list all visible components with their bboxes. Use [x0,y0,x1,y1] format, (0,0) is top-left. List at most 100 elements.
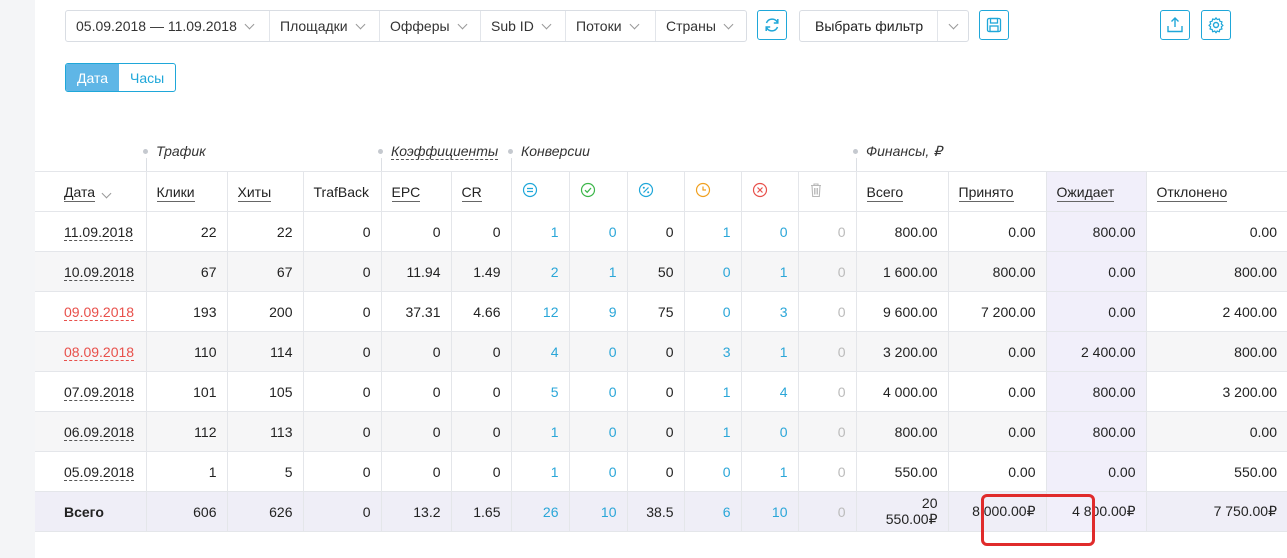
cell-conv-total[interactable]: 1 [510,211,570,252]
cell-epc: 0 [380,211,452,252]
cell-conv-approved[interactable]: 1 [568,251,628,292]
date-range-picker[interactable]: 05.09.2018 — 11.09.2018 [66,11,270,41]
cell-date[interactable]: 08.09.2018 [35,331,147,372]
col-epc[interactable]: EPC [380,171,452,212]
date-link[interactable]: 10.09.2018 [64,263,135,281]
cell-conv-pending[interactable]: 1 [683,211,742,252]
cell-pending: 800.00 [1045,411,1147,452]
cell-rejected: 0.00 [1145,211,1287,252]
col-conv-percent[interactable] [626,171,685,212]
filter-streams[interactable]: Потоки [566,11,656,41]
cell-conv-total[interactable]: 4 [510,331,570,372]
col-accepted[interactable]: Принято [947,171,1047,212]
col-trafback[interactable]: TrafBack [302,171,382,212]
cell-conv-total[interactable]: 2 [510,251,570,292]
filter-offers[interactable]: Офферы [380,11,481,41]
cell-conv-approved[interactable]: 0 [568,451,628,492]
chevron-down-icon [244,19,255,29]
cell-conv-total[interactable]: 26 [510,491,570,532]
cell-conv-rejected[interactable]: 0 [740,211,799,252]
cell-conv-pending[interactable]: 0 [683,291,742,332]
filter-subid-label: Sub ID [491,18,534,34]
filter-subid[interactable]: Sub ID [481,11,566,41]
col-conv-trash[interactable] [797,171,857,212]
refresh-button[interactable] [757,10,787,40]
col-rejected[interactable]: Отклонено [1145,171,1287,212]
cell-date[interactable]: 10.09.2018 [35,251,147,292]
cell-date[interactable]: 06.09.2018 [35,411,147,452]
approved-icon [580,182,595,198]
select-filter-dropdown[interactable]: Выбрать фильтр [799,10,970,42]
select-filter-arrow[interactable] [938,11,968,41]
cell-epc: 0 [380,331,452,372]
cell-date[interactable]: 09.09.2018 [35,291,147,332]
cell-conv-pending[interactable]: 0 [683,251,742,292]
save-filter-button[interactable] [979,10,1009,40]
cell-hits: 113 [226,411,304,452]
statistics-panel: 05.09.2018 — 11.09.2018 Площадки Офферы … [35,0,1287,558]
cell-conv-rejected[interactable]: 0 [740,411,799,452]
cell-total: 800.00 [855,211,949,252]
date-link[interactable]: 11.09.2018 [64,223,134,241]
col-date[interactable]: Дата [35,171,147,212]
cell-conv-pending[interactable]: 0 [683,451,742,492]
settings-button[interactable] [1201,10,1231,40]
cell-conv-pending[interactable]: 6 [683,491,742,532]
cell-conv-trash: 0 [797,371,857,412]
statistics-table: Дата Клики Хиты TrafBack EPC CR Всего Пр… [35,171,1287,532]
cell-date[interactable]: 07.09.2018 [35,371,147,412]
cell-conv-rejected[interactable]: 10 [740,491,799,532]
date-link[interactable]: 05.09.2018 [64,463,135,481]
date-link[interactable]: 08.09.2018 [64,343,135,361]
col-clicks[interactable]: Клики [145,171,228,212]
cell-conv-rejected[interactable]: 1 [740,331,799,372]
cell-conv-total[interactable]: 1 [510,411,570,452]
cell-cr: 0 [450,371,512,412]
date-range-label: 05.09.2018 — 11.09.2018 [76,18,237,34]
col-hits[interactable]: Хиты [226,171,304,212]
cell-conv-rejected[interactable]: 1 [740,451,799,492]
cell-conv-total[interactable]: 12 [510,291,570,332]
col-conv-approved[interactable] [568,171,628,212]
cell-conv-total[interactable]: 5 [510,371,570,412]
table-row: 09.09.2018 193 200 0 37.31 4.66 12 9 75 0 3 0 9 600.… [35,291,1287,332]
cell-conv-approved[interactable]: 0 [568,211,628,252]
cell-conv-approved[interactable]: 0 [568,371,628,412]
date-link[interactable]: 06.09.2018 [64,423,135,441]
cell-date[interactable]: 11.09.2018 [35,211,147,252]
cell-hits: 200 [226,291,304,332]
group-coefficients[interactable]: Коэффициенты [378,143,499,160]
tab-date[interactable]: Дата [66,64,120,91]
table-row: 06.09.2018 112 113 0 0 0 1 0 0 1 0 0 800.00 0.00 800.0… [35,411,1287,452]
cell-conv-total[interactable]: 1 [510,451,570,492]
cell-hits: 22 [226,211,304,252]
col-total[interactable]: Всего [855,171,949,212]
cell-conv-approved[interactable]: 9 [568,291,628,332]
date-link[interactable]: 07.09.2018 [64,383,135,401]
cell-conv-approved[interactable]: 0 [568,331,628,372]
period-tabs: Дата Часы [65,63,177,92]
cell-conv-pending[interactable]: 3 [683,331,742,372]
filter-sites[interactable]: Площадки [270,11,380,41]
chevron-down-icon [723,19,734,29]
date-link[interactable]: 09.09.2018 [64,303,135,321]
cell-conv-approved[interactable]: 10 [568,491,628,532]
cell-conv-rejected[interactable]: 4 [740,371,799,412]
cell-conv-rejected[interactable]: 3 [740,291,799,332]
col-conv-total[interactable] [510,171,570,212]
col-conv-rejected[interactable] [740,171,799,212]
cell-conv-trash: 0 [797,411,857,452]
col-pending[interactable]: Ожидает [1045,171,1147,212]
tab-hours[interactable]: Часы [119,64,175,91]
cell-conv-rejected[interactable]: 1 [740,251,799,292]
col-cr[interactable]: CR [450,171,512,212]
export-button[interactable] [1160,10,1190,40]
cell-conv-pending[interactable]: 1 [683,411,742,452]
col-conv-pending[interactable] [683,171,742,212]
filter-countries[interactable]: Страны [656,11,746,41]
cell-conv-approved[interactable]: 0 [568,411,628,452]
cell-conv-percent: 0 [626,211,685,252]
cell-conv-pending[interactable]: 1 [683,371,742,412]
cell-epc: 37.31 [380,291,452,332]
cell-date[interactable]: 05.09.2018 [35,451,147,492]
